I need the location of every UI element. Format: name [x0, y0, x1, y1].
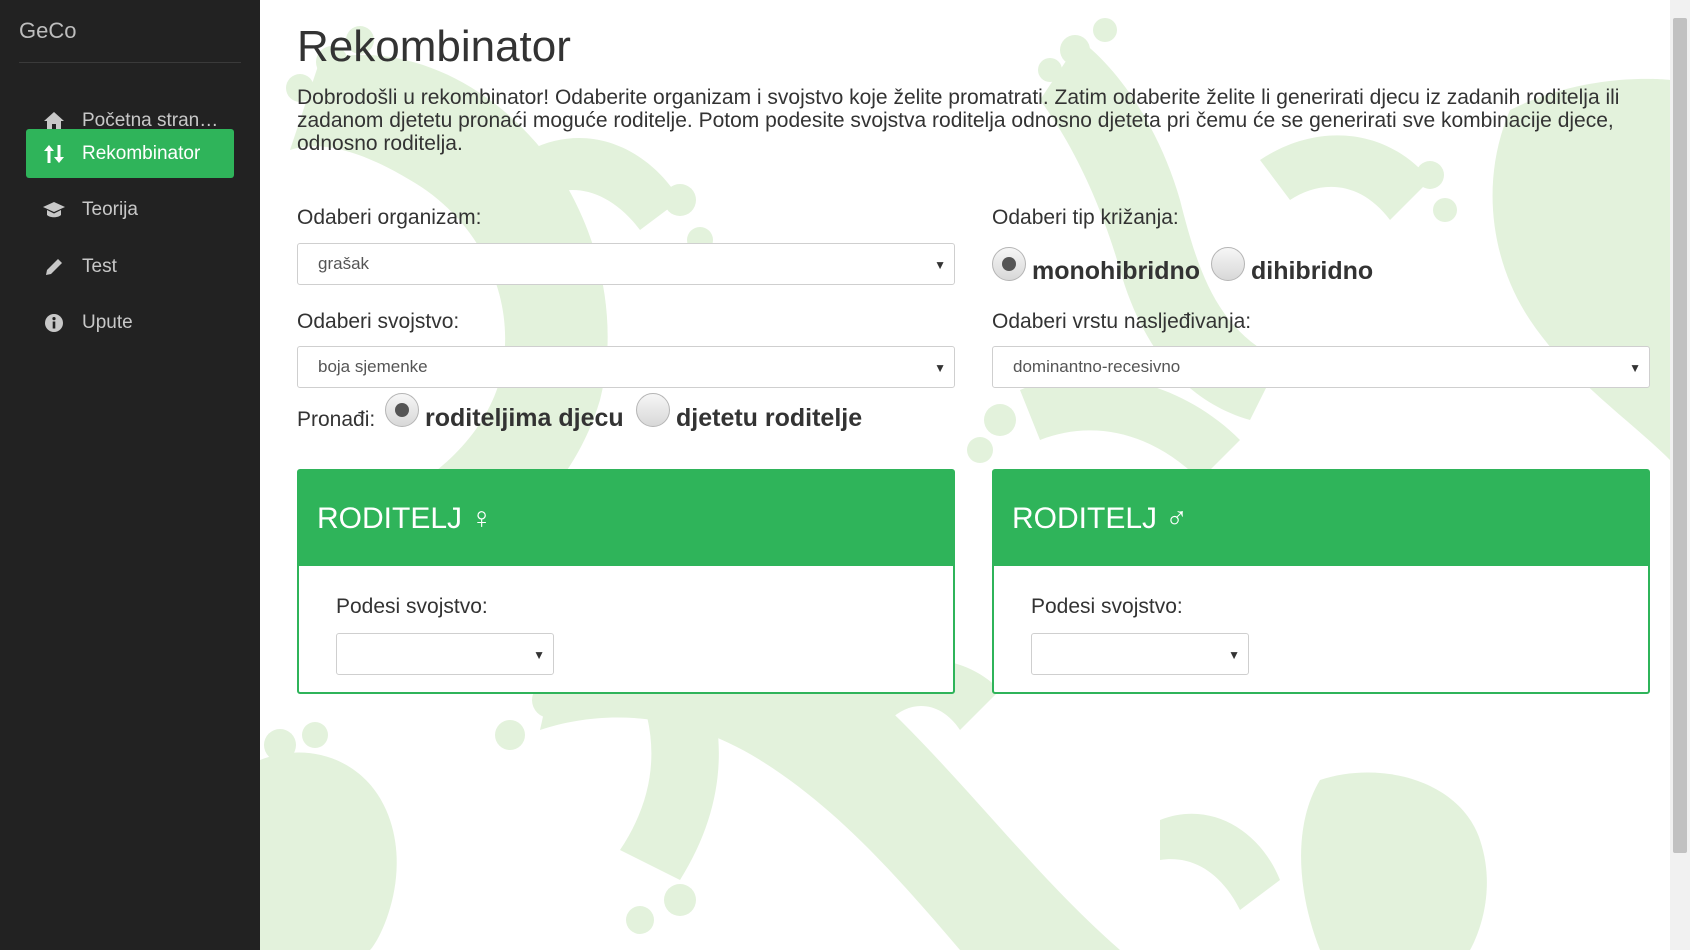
inheritance-select-value: dominantno-recesivno: [1013, 357, 1181, 376]
sidebar-item-label: Upute: [82, 311, 133, 333]
chevron-down-icon: ▼: [1629, 361, 1641, 375]
sidebar-item-rekombinator[interactable]: Rekombinator: [26, 129, 234, 178]
trait-select[interactable]: boja sjemenke ▼: [297, 346, 955, 388]
sidebar-item-teorija[interactable]: Teorija: [26, 185, 234, 234]
cross-type-label: Odaberi tip križanja:: [992, 206, 1179, 229]
page-title: Rekombinator: [297, 22, 571, 71]
chevron-down-icon: ▼: [533, 648, 545, 662]
organism-label: Odaberi organizam:: [297, 206, 482, 229]
trait-label: Odaberi svojstvo:: [297, 310, 460, 333]
pencil-icon: [26, 257, 82, 277]
page-scrollbar[interactable]: [1670, 0, 1690, 950]
sidebar-item-upute[interactable]: Upute: [26, 298, 234, 347]
sidebar-item-label: Rekombinator: [82, 142, 201, 164]
parent-male-panel: RODITELJ ♂ Podesi svojstvo: ▼: [992, 469, 1650, 694]
radio-djetetu-roditelje-label[interactable]: djetetu roditelje: [676, 404, 862, 433]
home-icon: [26, 111, 82, 131]
radio-roditeljima-djecu[interactable]: [385, 393, 419, 427]
sidebar-item-test[interactable]: Test: [26, 242, 234, 291]
sidebar: GeCo Početna stran… Rekombinator Teorija: [0, 0, 260, 950]
sidebar-divider: [19, 62, 241, 63]
panel-title: RODITELJ ♀: [299, 471, 953, 566]
parent-male-trait-select[interactable]: ▼: [1031, 633, 1249, 675]
brand-name[interactable]: GeCo: [19, 18, 76, 44]
inheritance-select[interactable]: dominantno-recesivno ▼: [992, 346, 1650, 388]
radio-dihibridno-label[interactable]: dihibridno: [1251, 257, 1373, 286]
find-label: Pronađi:: [297, 408, 376, 431]
inheritance-label: Odaberi vrstu nasljeđivanja:: [992, 310, 1252, 333]
organism-select[interactable]: grašak ▼: [297, 243, 955, 285]
organism-select-value: grašak: [318, 254, 370, 273]
scrollbar-thumb[interactable]: [1673, 18, 1687, 853]
radio-monohibridno-label[interactable]: monohibridno: [1032, 257, 1200, 286]
panel-title: RODITELJ ♂: [994, 471, 1648, 566]
info-icon: [26, 313, 82, 333]
sort-arrows-icon: [26, 143, 82, 165]
rekombinator-form: Rekombinator Dobrodošli u rekombinator! …: [260, 0, 1670, 950]
radio-monohibridno[interactable]: [992, 247, 1026, 281]
set-trait-label: Podesi svojstvo:: [336, 595, 488, 618]
trait-select-value: boja sjemenke: [318, 357, 428, 376]
parent-female-trait-select[interactable]: ▼: [336, 633, 554, 675]
chevron-down-icon: ▼: [934, 258, 946, 272]
radio-djetetu-roditelje[interactable]: [636, 393, 670, 427]
radio-dihibridno[interactable]: [1211, 247, 1245, 281]
parent-female-panel: RODITELJ ♀ Podesi svojstvo: ▼: [297, 469, 955, 694]
graduation-cap-icon: [26, 201, 82, 219]
sidebar-item-label: Teorija: [82, 198, 138, 220]
intro-text: Dobrodošli u rekombinator! Odaberite org…: [297, 86, 1620, 155]
chevron-down-icon: ▼: [934, 361, 946, 375]
chevron-down-icon: ▼: [1228, 648, 1240, 662]
main-content: Rekombinator Dobrodošli u rekombinator! …: [260, 0, 1670, 950]
sidebar-item-label: Test: [82, 255, 117, 277]
radio-roditeljima-djecu-label[interactable]: roditeljima djecu: [425, 404, 624, 433]
set-trait-label: Podesi svojstvo:: [1031, 595, 1183, 618]
